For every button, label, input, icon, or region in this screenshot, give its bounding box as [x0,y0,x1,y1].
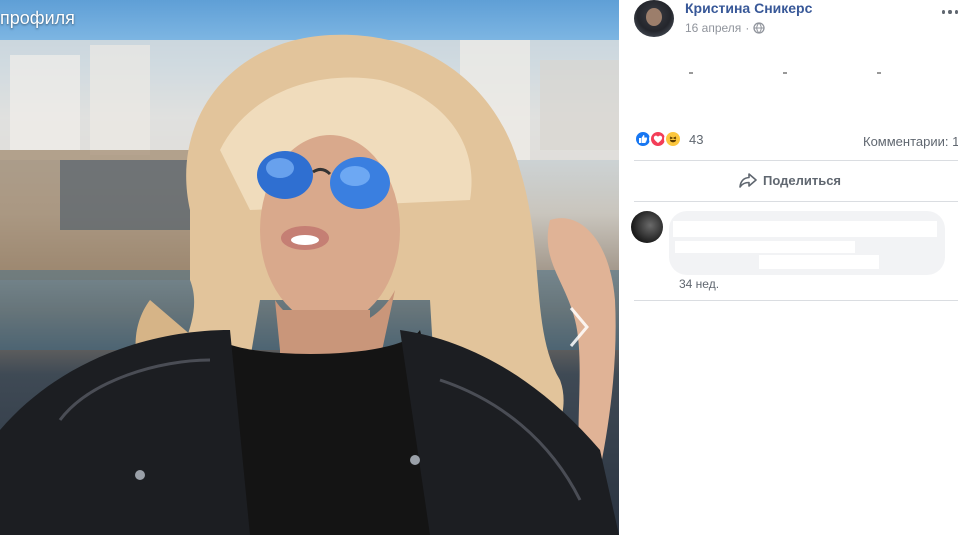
divider [634,160,958,161]
share-button[interactable]: Поделиться [739,172,841,188]
globe-icon [753,22,765,34]
comment-timestamp[interactable]: 34 нед. [679,277,719,291]
more-icon[interactable] [942,5,958,19]
meta-separator: · [745,21,750,35]
chevron-right-icon [569,307,589,347]
share-label: Поделиться [763,172,842,188]
photo-viewer[interactable]: профиля [0,0,619,535]
haha-reaction-icon [664,130,682,148]
post-meta: 16 апреля · [685,21,765,35]
comment-bubble [669,211,945,275]
divider [634,201,958,202]
commenter-avatar[interactable] [631,211,663,243]
divider [634,300,958,301]
reaction-count: 43 [689,131,704,147]
album-caption: профиля [0,8,75,28]
author-name[interactable]: Кристина Сникерс [685,0,812,16]
post-text-placeholder [689,72,881,74]
comments-count-link[interactable]: Комментарии: 1 [863,134,958,149]
reactions-summary[interactable]: 43 [634,130,703,148]
profile-photo [0,34,619,535]
share-icon [739,173,757,188]
author-avatar[interactable] [634,0,674,37]
next-photo-button[interactable] [568,305,602,359]
post-panel: Кристина Сникерс 16 апреля · 43 Коммента… [619,0,958,535]
post-date[interactable]: 16 апреля [685,21,741,35]
